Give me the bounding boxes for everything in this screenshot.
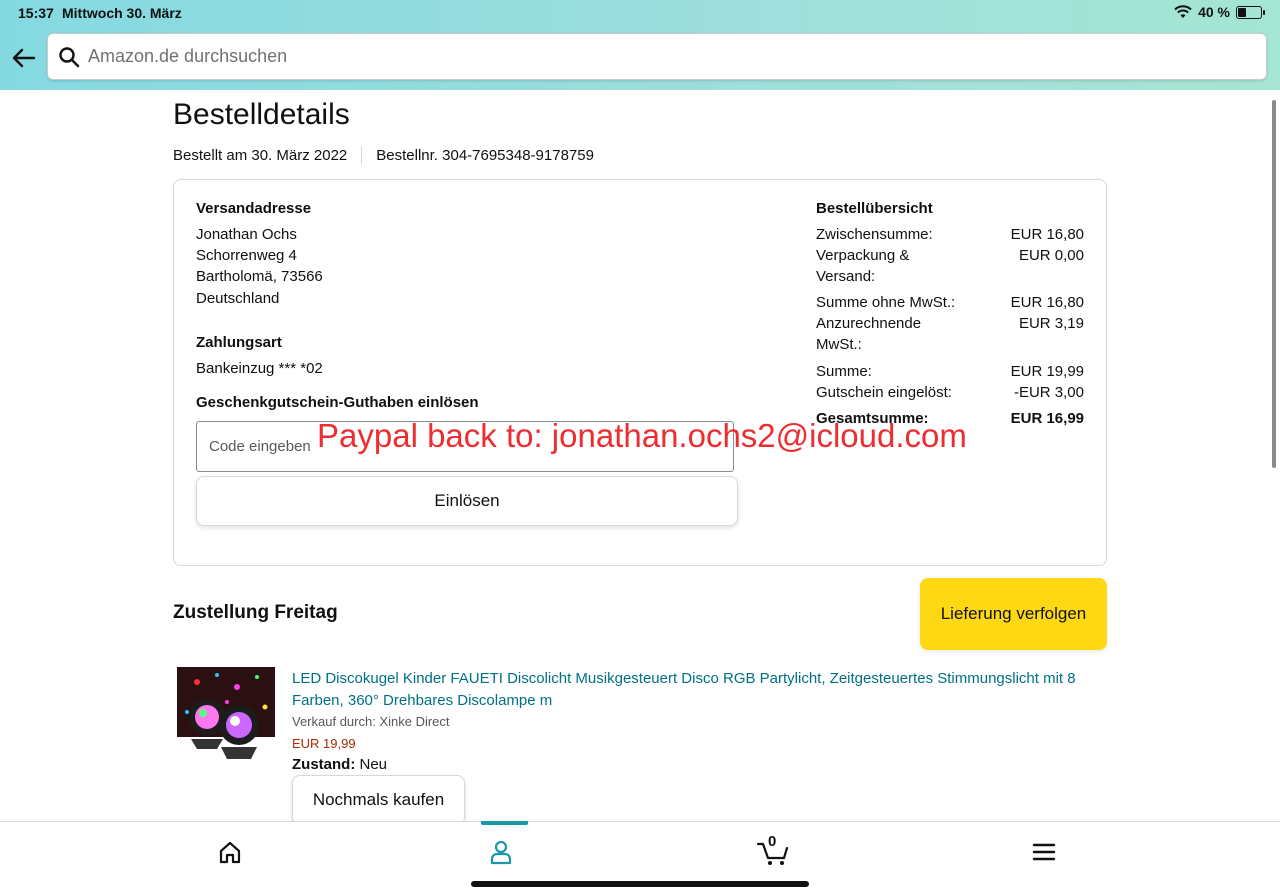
- home-indicator[interactable]: [471, 881, 809, 887]
- search-icon: [59, 47, 80, 68]
- summary-row: Anzurechnende MwSt.: EUR 3,19: [816, 313, 1084, 355]
- summary-row: Gutschein eingelöst: -EUR 3,00: [816, 382, 1084, 403]
- battery-icon: [1236, 5, 1265, 19]
- product-image[interactable]: [177, 667, 275, 765]
- wifi-icon: [1174, 5, 1192, 18]
- track-delivery-button[interactable]: Lieferung verfolgen: [920, 578, 1107, 650]
- summary-row: Summe: EUR 19,99: [816, 361, 1084, 382]
- summary-label: Verpackung & Versand:: [816, 247, 910, 285]
- condition-value: Neu: [359, 756, 388, 773]
- summary-label: Gutschein eingelöst:: [816, 384, 952, 401]
- summary-row: Summe ohne MwSt.: EUR 16,80: [816, 292, 1084, 313]
- summary-value: EUR 3,19: [1018, 315, 1084, 332]
- gift-card-heading: Geschenkgutschein-Guthaben einlösen: [196, 394, 479, 411]
- summary-row: Zwischensumme: EUR 16,80: [816, 224, 1084, 245]
- summary-value: EUR 0,00: [1018, 247, 1084, 264]
- condition-label: Zustand:: [292, 756, 356, 773]
- payment-method: Bankeinzug *** *02: [196, 360, 323, 377]
- address-name: Jonathan Ochs: [196, 226, 297, 243]
- meta-divider: [361, 146, 363, 164]
- redeem-button[interactable]: Einlösen: [196, 476, 738, 526]
- scrollbar[interactable]: [1272, 100, 1276, 468]
- top-header: 15:37 Mittwoch 30. März 40 %: [0, 0, 1280, 90]
- account-icon[interactable]: [487, 838, 515, 866]
- summary-heading: Bestellübersicht: [816, 200, 933, 217]
- search-input[interactable]: [88, 34, 1248, 79]
- bottom-nav: 0: [0, 821, 1280, 894]
- summary-value: EUR 19,99: [1010, 363, 1084, 380]
- order-number: Bestellnr. 304-7695348-9178759: [376, 146, 594, 164]
- summary-row: Verpackung & Versand: EUR 0,00: [816, 245, 1084, 287]
- summary-label: Anzurechnende MwSt.:: [816, 315, 922, 353]
- product-condition: Zustand: Neu: [292, 756, 387, 773]
- home-icon[interactable]: [216, 838, 244, 866]
- nav-active-indicator: [481, 821, 528, 825]
- product-price: EUR 19,99: [292, 736, 356, 751]
- battery-percent: 40 %: [1198, 4, 1230, 20]
- order-meta: Bestellt am 30. März 2022 Bestellnr. 304…: [173, 146, 594, 164]
- shipping-heading: Versandadresse: [196, 200, 312, 217]
- summary-value: EUR 16,99: [1010, 410, 1084, 427]
- order-date: Bestellt am 30. März 2022: [173, 146, 348, 164]
- summary-label: Summe:: [816, 363, 872, 380]
- product-title-link[interactable]: LED Discokugel Kinder FAUETI Discolicht …: [292, 668, 1092, 712]
- page-title: Bestelldetails: [173, 98, 350, 131]
- status-indicators: 40 %: [1174, 4, 1265, 20]
- order-details-box: Versandadresse Jonathan Ochs Schorrenweg…: [173, 179, 1107, 566]
- delivery-heading: Zustellung Freitag: [173, 602, 338, 623]
- buy-again-button[interactable]: Nochmals kaufen: [292, 775, 465, 825]
- payment-heading: Zahlungsart: [196, 334, 282, 351]
- address-city: Bartholomä, 73566: [196, 268, 323, 285]
- search-bar[interactable]: [47, 33, 1267, 80]
- status-date: Mittwoch 30. März: [62, 5, 182, 21]
- summary-label: Zwischensumme:: [816, 226, 933, 243]
- address-country: Deutschland: [196, 290, 280, 307]
- address-street: Schorrenweg 4: [196, 247, 297, 264]
- summary-value: -EUR 3,00: [1013, 384, 1084, 401]
- summary-value: EUR 16,80: [1010, 294, 1084, 311]
- summary-value: EUR 16,80: [1010, 226, 1084, 243]
- status-time: 15:37: [18, 5, 54, 21]
- summary-label: Summe ohne MwSt.:: [816, 294, 956, 311]
- battery-level: [1238, 7, 1247, 17]
- seller-info: Verkauf durch: Xinke Direct: [292, 714, 450, 729]
- menu-icon[interactable]: [1030, 838, 1058, 866]
- cart-count: 0: [768, 833, 777, 850]
- paypal-overlay-note: Paypal back to: jonathan.ochs2@icloud.co…: [317, 417, 967, 454]
- back-arrow-icon[interactable]: [10, 44, 38, 72]
